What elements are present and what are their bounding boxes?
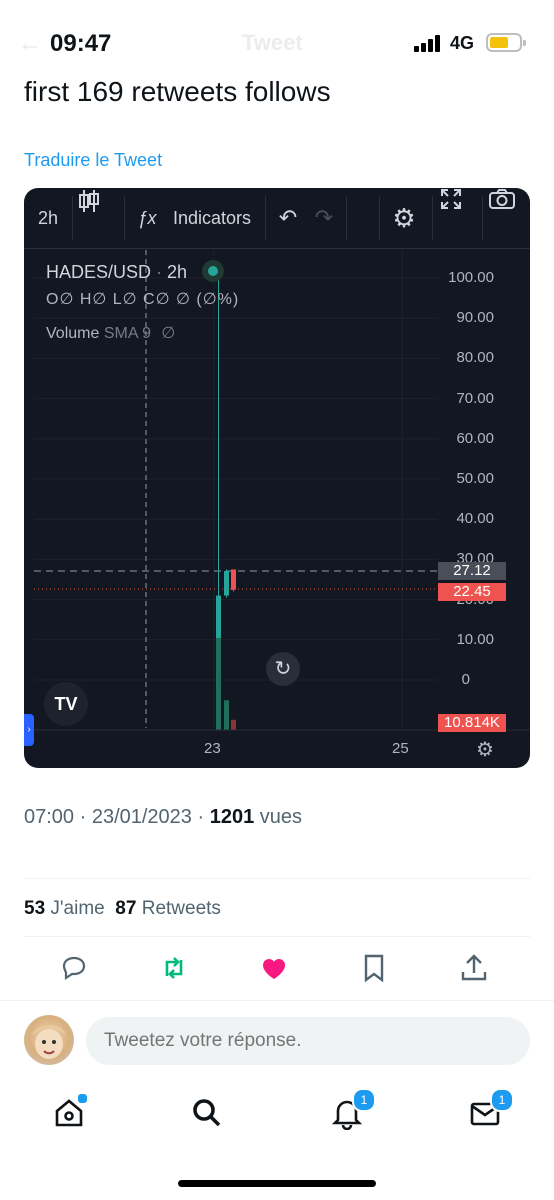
likes-label[interactable]: J'aime	[45, 898, 115, 919]
redo-icon[interactable]: ↷	[310, 188, 338, 248]
share-icon[interactable]	[458, 952, 494, 988]
last-price-tag: 22.45	[438, 583, 506, 601]
y-axis-label: 80.00	[456, 349, 494, 367]
axis-settings-icon[interactable]: ⚙	[476, 737, 494, 762]
sma-label: SMA 9	[103, 325, 151, 342]
translate-link[interactable]: Traduire le Tweet	[24, 150, 162, 171]
y-axis-label: 0	[461, 671, 470, 688]
reply-icon[interactable]	[58, 952, 94, 988]
like-heart-icon[interactable]	[258, 952, 294, 988]
volume-bar	[231, 719, 236, 730]
candle-body	[231, 569, 236, 590]
tweet-stats: 53 J'aime 87 Retweets	[24, 898, 221, 920]
legend-separator: ·	[151, 262, 168, 282]
chart-legend: HADES/USD · 2h O∅ H∅ L∅ C∅ ∅ (∅%) Volume…	[46, 260, 239, 343]
retweets-count[interactable]: 87	[115, 898, 136, 919]
fullscreen-icon[interactable]	[440, 188, 470, 248]
back-arrow-icon[interactable]: ←	[18, 30, 42, 58]
home-indicator	[178, 1180, 376, 1187]
network-type: 4G	[450, 33, 475, 53]
camera-icon[interactable]	[488, 188, 522, 248]
undo-icon[interactable]: ↶	[274, 188, 302, 248]
y-axis-label: 10.00	[456, 630, 494, 648]
side-panel-toggle[interactable]: ›	[24, 714, 34, 746]
notifications-bell-icon[interactable]: 1	[330, 1088, 376, 1132]
tweet-actions	[0, 952, 554, 988]
status-bar: ← 09:47 Tweet 4G	[0, 0, 554, 72]
bottom-nav: 1 1	[0, 1082, 554, 1152]
reply-bar	[0, 1000, 554, 1083]
retweet-icon[interactable]	[158, 952, 194, 988]
x-axis-label: 23	[204, 740, 221, 757]
search-icon[interactable]	[190, 1096, 226, 1132]
legend-interval: 2h	[167, 262, 188, 282]
divider	[24, 878, 530, 879]
volume-bar	[224, 700, 229, 730]
battery-icon	[486, 33, 526, 52]
y-axis-label: 60.00	[456, 429, 494, 447]
interval-button[interactable]: 2h	[28, 188, 68, 248]
reset-chart-icon[interactable]: ↻	[266, 652, 300, 686]
crosshair-price-tag: 27.12	[438, 562, 506, 580]
tweet-text: first 169 retweets follows	[24, 76, 331, 107]
candle-body	[224, 570, 229, 596]
chart-toolbar: 2h ƒx Indicators ↶ ↷ ⚙	[24, 188, 530, 249]
x-axis-label: 25	[392, 740, 409, 757]
avatar[interactable]	[24, 1015, 74, 1065]
trading-chart[interactable]: 2h ƒx Indicators ↶ ↷ ⚙ HADES/USD · 2h O∅…	[24, 188, 530, 768]
home-new-dot	[76, 1092, 89, 1105]
divider	[24, 936, 530, 937]
y-axis-label: 50.00	[456, 470, 494, 487]
bookmark-icon[interactable]	[358, 952, 394, 988]
reply-input[interactable]	[86, 1017, 530, 1065]
symbol-name[interactable]: HADES/USD	[46, 262, 151, 282]
volume-label: Volume	[46, 325, 100, 342]
y-axis-label: 70.00	[456, 389, 494, 407]
indicators-button[interactable]: Indicators	[164, 188, 260, 248]
fx-icon[interactable]: ƒx	[132, 188, 162, 248]
volume-tag: 10.814K	[438, 714, 506, 732]
messages-badge: 1	[490, 1088, 514, 1112]
sma-value: ∅	[161, 325, 176, 342]
views-label: vues	[254, 806, 303, 828]
y-axis-label: 100.00	[448, 269, 494, 286]
notifications-badge: 1	[352, 1088, 376, 1112]
volume-bar	[216, 638, 221, 730]
home-icon[interactable]	[52, 1092, 89, 1132]
candle-type-icon[interactable]	[78, 188, 118, 248]
status-time: 09:47	[50, 30, 112, 57]
tradingview-logo[interactable]: TV	[44, 682, 88, 726]
messages-envelope-icon[interactable]: 1	[468, 1088, 514, 1132]
retweets-label[interactable]: Retweets	[136, 898, 221, 919]
ohlc-values: O∅ H∅ L∅ C∅ ∅ (∅%)	[46, 291, 240, 308]
tweet-meta: 07:00 · 23/01/2023 · 1201 vues	[24, 806, 302, 829]
likes-count[interactable]: 53	[24, 898, 45, 919]
y-axis-label: 40.00	[456, 510, 494, 528]
settings-gear-icon[interactable]: ⚙	[386, 188, 422, 248]
timestamp: 07:00 · 23/01/2023 ·	[24, 806, 210, 828]
views-count: 1201	[209, 806, 255, 828]
y-axis-label: 90.00	[456, 309, 494, 327]
signal-icon	[414, 34, 444, 52]
screen-title: Tweet	[242, 30, 303, 55]
market-status-icon	[202, 260, 225, 282]
